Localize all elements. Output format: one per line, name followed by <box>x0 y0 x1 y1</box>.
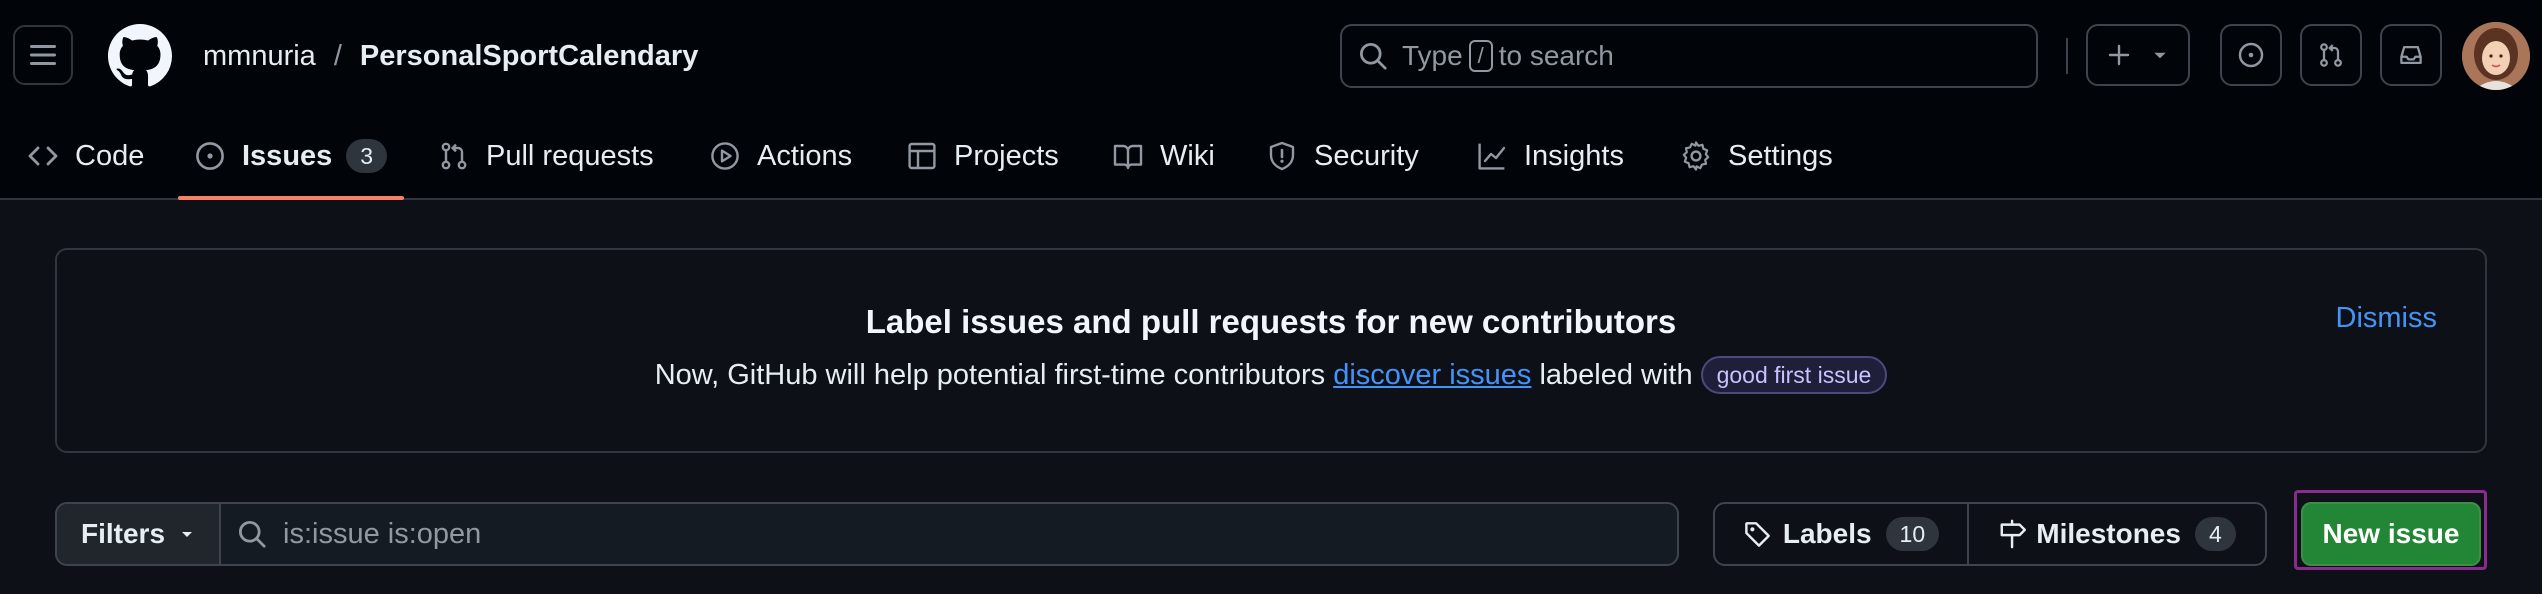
new-contributors-banner: Label issues and pull requests for new c… <box>55 248 2487 453</box>
code-icon <box>28 146 58 166</box>
tab-pull-requests[interactable]: Pull requests <box>438 112 654 200</box>
search-placeholder-prefix: Type <box>1402 40 1463 71</box>
issue-search-input[interactable] <box>283 517 1583 551</box>
search-icon <box>238 520 266 548</box>
triangle-down-icon <box>182 532 193 537</box>
banner-text: Now, GitHub will help potential first-ti… <box>57 356 2485 394</box>
tab-security-label: Security <box>1314 139 1419 172</box>
repo-tabs: Code Issues 3 Pull requests Actions Proj… <box>0 112 2542 200</box>
shield-icon <box>1269 141 1295 171</box>
tab-issues-label: Issues <box>242 139 333 172</box>
filters-label: Filters <box>80 518 166 549</box>
tab-pull-requests-label: Pull requests <box>486 139 654 172</box>
triangle-down-icon <box>2154 52 2166 59</box>
breadcrumb: mmnuria / PersonalSportCalendary <box>203 36 698 76</box>
tag-icon <box>1745 522 1770 547</box>
tab-code[interactable]: Code <box>27 112 144 200</box>
active-tab-underline <box>178 196 404 200</box>
pull-requests-button[interactable] <box>2300 24 2362 86</box>
breadcrumb-owner[interactable]: mmnuria <box>203 36 316 76</box>
breadcrumb-repo[interactable]: PersonalSportCalendary <box>360 36 698 76</box>
table-icon <box>908 142 936 170</box>
graph-icon <box>1478 143 1506 170</box>
tab-wiki-label: Wiki <box>1160 139 1215 172</box>
avatar-image <box>2462 22 2530 90</box>
milestones-count-badge: 4 <box>2194 517 2236 551</box>
labels-count-badge: 10 <box>1885 517 1940 551</box>
new-issue-button[interactable]: New issue <box>2301 502 2481 566</box>
tab-code-label: Code <box>75 139 145 172</box>
tab-settings[interactable]: Settings <box>1680 112 1833 200</box>
top-bar: mmnuria / PersonalSportCalendary Type / … <box>0 0 2542 112</box>
search-placeholder: Type / to search <box>1402 40 1614 72</box>
hamburger-icon <box>30 45 56 65</box>
milestone-icon <box>2000 519 2027 549</box>
tab-actions-label: Actions <box>757 139 853 172</box>
tab-projects[interactable]: Projects <box>906 112 1059 200</box>
git-pull-request-icon <box>441 142 467 170</box>
breadcrumb-separator: / <box>333 40 342 72</box>
inbox-icon <box>2400 45 2422 65</box>
discover-issues-link[interactable]: discover issues <box>1333 359 1531 392</box>
filters-button[interactable]: Filters <box>55 502 221 566</box>
search-placeholder-suffix: to search <box>1498 40 1614 71</box>
banner-text-after: labeled with <box>1539 358 1693 391</box>
github-logo[interactable] <box>108 24 172 88</box>
issue-search-field[interactable] <box>219 502 1679 566</box>
tab-settings-label: Settings <box>1728 139 1833 172</box>
labels-button[interactable]: Labels 10 <box>1713 502 1969 566</box>
milestones-label: Milestones <box>2036 518 2181 549</box>
git-pull-request-icon <box>2320 43 2342 67</box>
app-header: mmnuria / PersonalSportCalendary Type / … <box>0 0 2542 200</box>
banner-text-before: Now, GitHub will help potential first-ti… <box>654 358 1326 391</box>
global-search[interactable]: Type / to search <box>1340 24 2038 88</box>
banner-title: Label issues and pull requests for new c… <box>865 303 1677 340</box>
search-icon <box>1359 42 1387 70</box>
create-new-button[interactable] <box>2086 24 2190 86</box>
tab-insights[interactable]: Insights <box>1476 112 1624 200</box>
tab-issues[interactable]: Issues 3 <box>194 112 388 200</box>
tab-wiki[interactable]: Wiki <box>1112 112 1215 200</box>
dismiss-button[interactable]: Dismiss <box>2336 302 2438 335</box>
user-avatar[interactable] <box>2462 22 2530 90</box>
plus-icon <box>2108 44 2130 66</box>
header-divider <box>2066 38 2068 74</box>
book-icon <box>1113 144 1143 170</box>
milestones-button[interactable]: Milestones 4 <box>1967 502 2267 566</box>
tab-projects-label: Projects <box>954 139 1059 172</box>
good-first-issue-label: good first issue <box>1700 356 1888 394</box>
issues-count-badge: 3 <box>346 139 388 173</box>
gear-icon <box>1682 141 1710 171</box>
tab-security[interactable]: Security <box>1266 112 1419 200</box>
tab-insights-label: Insights <box>1524 139 1624 172</box>
labels-label: Labels <box>1782 518 1872 549</box>
play-icon <box>711 142 739 170</box>
issue-opened-icon <box>2238 42 2264 68</box>
tab-actions[interactable]: Actions <box>709 112 852 200</box>
search-shortcut-key: / <box>1468 40 1493 72</box>
github-mark-icon <box>108 24 172 87</box>
issue-opened-icon <box>196 142 224 170</box>
issues-button[interactable] <box>2220 24 2282 86</box>
menu-button[interactable] <box>13 25 73 85</box>
inbox-button[interactable] <box>2380 24 2442 86</box>
